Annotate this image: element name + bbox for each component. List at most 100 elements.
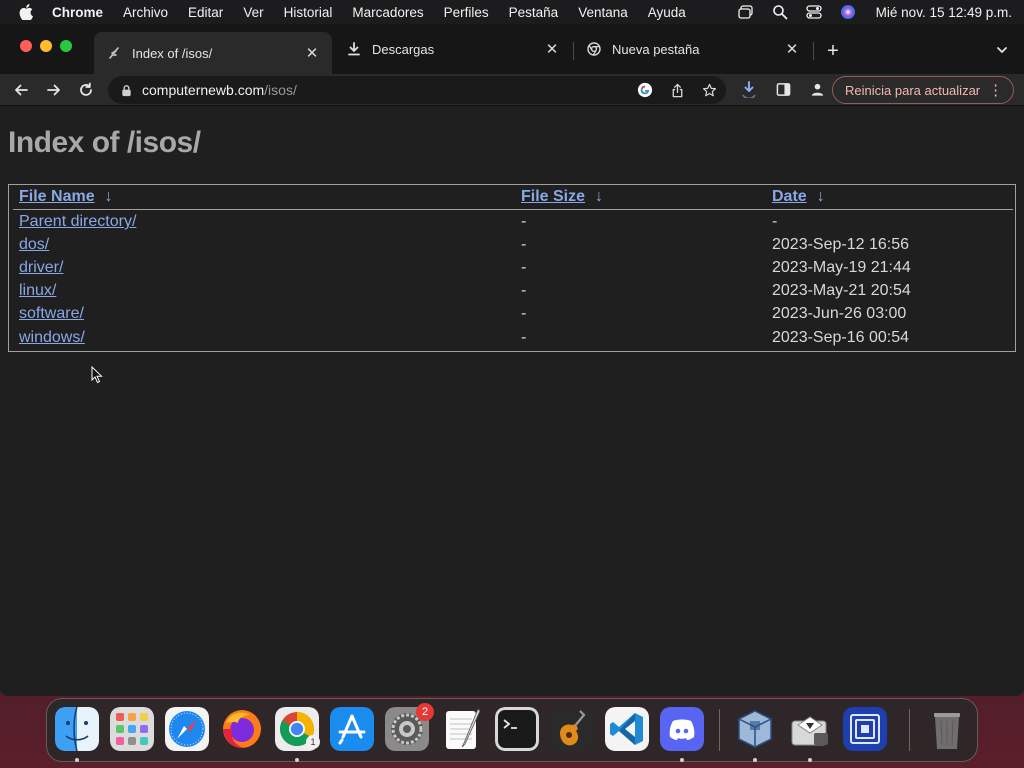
file-date: 2023-Sep-12 16:56 bbox=[772, 236, 909, 253]
close-window-button[interactable] bbox=[20, 40, 32, 52]
chrome-window: Index of /isos/ ✕ Descargas ✕ Nueva pest… bbox=[0, 24, 1024, 696]
file-size: - bbox=[521, 259, 527, 276]
firefox-icon[interactable] bbox=[220, 707, 264, 751]
zoom-window-button[interactable] bbox=[60, 40, 72, 52]
close-tab-icon[interactable]: ✕ bbox=[544, 41, 560, 58]
dock: 1 2 bbox=[46, 698, 978, 762]
url-host: computernewb.com bbox=[142, 82, 265, 98]
file-date: 2023-May-19 21:44 bbox=[772, 259, 911, 276]
tab-separator bbox=[813, 42, 814, 60]
siri-icon[interactable] bbox=[840, 4, 856, 20]
boot-camp-icon[interactable] bbox=[788, 707, 832, 751]
file-size: - bbox=[521, 236, 527, 253]
chrome-download-badge: 1 bbox=[306, 735, 320, 749]
browser-toolbar: computernewb.com/isos/ Reinicia para act… bbox=[0, 74, 1024, 106]
bookmark-star-icon[interactable] bbox=[700, 81, 718, 99]
tab-index-of-isos[interactable]: Index of /isos/ ✕ bbox=[94, 32, 332, 74]
running-indicator bbox=[680, 758, 684, 762]
sort-by-size-link[interactable]: File Size ↓ bbox=[521, 188, 603, 206]
tab-nueva-pestana[interactable]: Nueva pestaña ✕ bbox=[574, 32, 812, 66]
file-date: - bbox=[772, 213, 778, 230]
menu-archivo[interactable]: Archivo bbox=[123, 5, 168, 20]
address-bar[interactable]: computernewb.com/isos/ bbox=[108, 76, 726, 104]
menu-ayuda[interactable]: Ayuda bbox=[648, 5, 686, 20]
tab-search-chevron-icon[interactable] bbox=[992, 40, 1012, 60]
download-icon bbox=[346, 41, 362, 57]
menu-marcadores[interactable]: Marcadores bbox=[352, 5, 423, 20]
close-tab-icon[interactable]: ✕ bbox=[784, 41, 800, 58]
back-button[interactable] bbox=[9, 78, 33, 102]
lock-icon[interactable] bbox=[120, 83, 134, 97]
control-center-icon[interactable] bbox=[806, 4, 822, 20]
running-indicator bbox=[295, 758, 299, 762]
parent-directory-link[interactable]: Parent directory/ bbox=[19, 213, 136, 231]
safari-icon[interactable] bbox=[165, 707, 209, 751]
google-lens-icon[interactable] bbox=[636, 81, 654, 99]
discord-icon[interactable] bbox=[660, 707, 704, 751]
window-switcher-icon[interactable] bbox=[738, 4, 754, 20]
tab-descargas[interactable]: Descargas ✕ bbox=[334, 32, 572, 66]
restart-to-update-button[interactable]: Reinicia para actualizar ⋮ bbox=[832, 76, 1015, 104]
sort-by-name-link[interactable]: File Name ↓ bbox=[19, 188, 113, 206]
textedit-icon[interactable] bbox=[440, 707, 484, 751]
finder-icon[interactable] bbox=[55, 707, 99, 751]
file-size: - bbox=[521, 213, 527, 230]
sort-arrow-icon: ↓ bbox=[595, 188, 604, 205]
screen-sharing-icon[interactable] bbox=[843, 707, 887, 751]
running-indicator bbox=[753, 758, 757, 762]
file-size: - bbox=[521, 305, 527, 322]
kebab-menu-icon: ⋮ bbox=[988, 82, 1004, 99]
tab-title: Nueva pestaña bbox=[612, 41, 700, 57]
reload-button[interactable] bbox=[74, 78, 98, 102]
menu-ver[interactable]: Ver bbox=[243, 5, 263, 20]
folder-link-linux[interactable]: linux/ bbox=[19, 282, 56, 300]
apple-menu-icon[interactable] bbox=[12, 4, 40, 20]
file-size: - bbox=[521, 329, 527, 346]
folder-link-software[interactable]: software/ bbox=[19, 305, 84, 323]
folder-link-dos[interactable]: dos/ bbox=[19, 236, 49, 254]
menu-editar[interactable]: Editar bbox=[188, 5, 223, 20]
vscode-icon[interactable] bbox=[605, 707, 649, 751]
restart-label: Reinicia para actualizar bbox=[845, 82, 981, 98]
app-store-icon[interactable] bbox=[330, 707, 374, 751]
close-tab-icon[interactable]: ✕ bbox=[304, 45, 320, 62]
trash-icon[interactable] bbox=[925, 707, 969, 751]
tab-title: Index of /isos/ bbox=[132, 45, 213, 61]
sort-arrow-icon: ↓ bbox=[104, 188, 113, 205]
sort-by-date-link[interactable]: Date ↓ bbox=[772, 188, 825, 206]
spotlight-search-icon[interactable] bbox=[772, 4, 788, 20]
launchpad-icon[interactable] bbox=[110, 707, 154, 751]
menu-clock[interactable]: Mié nov. 15 12:49 p.m. bbox=[876, 5, 1012, 20]
folder-link-windows[interactable]: windows/ bbox=[19, 329, 85, 347]
menu-pestana[interactable]: Pestaña bbox=[509, 5, 559, 20]
folder-link-driver[interactable]: driver/ bbox=[19, 259, 63, 277]
table-row: Parent directory/ - - bbox=[9, 213, 1015, 236]
table-row: driver/ - 2023-May-19 21:44 bbox=[9, 259, 1015, 282]
table-row: linux/ - 2023-May-21 20:54 bbox=[9, 282, 1015, 305]
terminal-icon[interactable] bbox=[495, 707, 539, 751]
toolbar-extensions bbox=[738, 78, 828, 100]
minimize-window-button[interactable] bbox=[40, 40, 52, 52]
dock-separator bbox=[909, 709, 910, 751]
apache-feather-icon bbox=[106, 45, 122, 61]
new-tab-button[interactable]: + bbox=[822, 40, 844, 62]
menu-historial[interactable]: Historial bbox=[284, 5, 333, 20]
side-panel-icon[interactable] bbox=[772, 78, 794, 100]
forward-button[interactable] bbox=[42, 78, 66, 102]
file-date: 2023-May-21 20:54 bbox=[772, 282, 911, 299]
table-row: dos/ - 2023-Sep-12 16:56 bbox=[9, 236, 1015, 259]
download-progress-icon[interactable] bbox=[738, 78, 760, 100]
share-icon[interactable] bbox=[668, 81, 686, 99]
file-date: 2023-Sep-16 00:54 bbox=[772, 329, 909, 346]
menu-ventana[interactable]: Ventana bbox=[578, 5, 628, 20]
file-date: 2023-Jun-26 03:00 bbox=[772, 305, 907, 322]
menu-app-name[interactable]: Chrome bbox=[52, 5, 103, 20]
profile-icon[interactable] bbox=[806, 78, 828, 100]
settings-update-badge: 2 bbox=[416, 703, 434, 721]
menu-perfiles[interactable]: Perfiles bbox=[444, 5, 489, 20]
virtualbox-icon[interactable] bbox=[733, 707, 777, 751]
directory-listing-table: File Name ↓ File Size ↓ Date ↓ Parent direc… bbox=[8, 184, 1016, 352]
garageband-icon[interactable] bbox=[550, 707, 594, 751]
sort-arrow-icon: ↓ bbox=[816, 188, 825, 205]
tab-strip: Index of /isos/ ✕ Descargas ✕ Nueva pest… bbox=[0, 24, 1024, 74]
